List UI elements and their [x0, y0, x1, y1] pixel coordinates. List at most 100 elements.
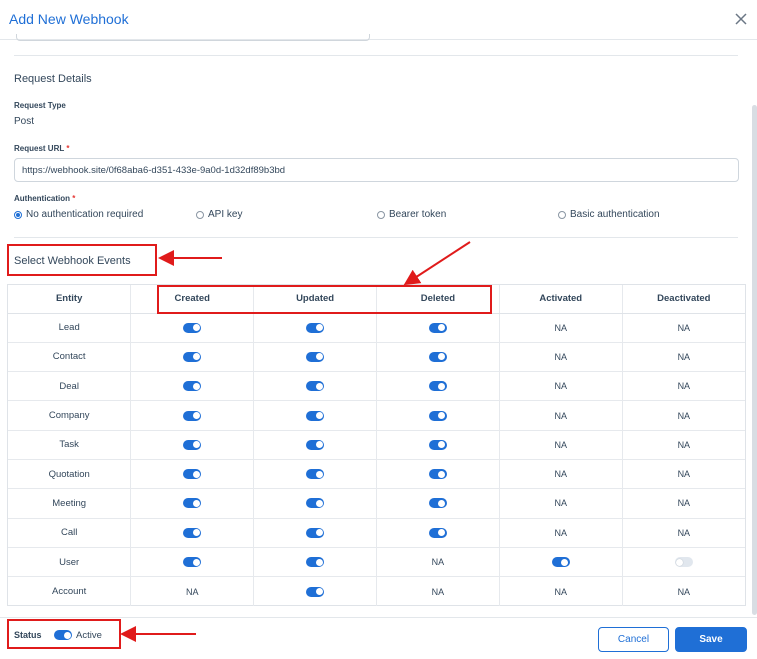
- column-header-updated: Updated: [253, 285, 377, 314]
- table-row: Company NA NA: [8, 400, 745, 431]
- entity-cell: Deal: [8, 371, 131, 402]
- table-row: User NA: [8, 547, 745, 578]
- column-header-deactivated: Deactivated: [621, 285, 745, 314]
- events-table-body: Lead NA NA Contact NA NA Deal NA NA Company NA NA Ta…: [8, 313, 745, 606]
- entity-cell: Account: [52, 586, 87, 598]
- event-toggle[interactable]: [183, 381, 202, 392]
- toggle-cell: [375, 400, 500, 431]
- event-toggle[interactable]: [183, 498, 202, 509]
- dialog-title: Add New Webhook: [9, 11, 129, 27]
- na-cell: NA: [621, 518, 745, 548]
- authentication-label-text: Authentication: [14, 194, 70, 203]
- column-header-created: Created: [130, 285, 254, 314]
- toggle-cell: [253, 459, 377, 490]
- event-toggle[interactable]: [183, 439, 202, 450]
- cancel-button[interactable]: Cancel: [598, 627, 669, 652]
- na-cell: NA: [621, 576, 745, 606]
- request-type-value: Post: [14, 116, 35, 127]
- na-cell: NA: [498, 430, 623, 460]
- auth-option-api-key[interactable]: API key: [196, 209, 242, 220]
- event-toggle[interactable]: [306, 381, 325, 392]
- entity-cell: Quotation: [8, 459, 131, 490]
- entity-cell: User: [8, 547, 131, 578]
- na-cell: NA: [375, 576, 500, 606]
- event-toggle[interactable]: [428, 351, 447, 362]
- table-row: Meeting NA NA: [8, 488, 745, 519]
- request-url-label-text: Request URL: [14, 144, 65, 153]
- table-row: Lead NA NA: [8, 313, 745, 343]
- request-url-label: Request URL *: [14, 144, 69, 153]
- event-toggle[interactable]: [306, 469, 325, 480]
- auth-option-bearer-token[interactable]: Bearer token: [377, 209, 446, 220]
- table-row: Contact NA NA: [8, 342, 745, 373]
- event-toggle[interactable]: [428, 381, 447, 392]
- na-cell: NA: [621, 488, 745, 519]
- event-toggle[interactable]: [183, 527, 202, 538]
- toggle-cell: [375, 313, 500, 343]
- status-toggle[interactable]: [54, 630, 72, 640]
- na-cell: NA: [498, 342, 623, 373]
- entity-cell: Lead: [8, 313, 131, 343]
- table-row: Account NA NA NA NA: [8, 576, 745, 606]
- event-toggle[interactable]: [306, 586, 325, 597]
- divider: [14, 55, 738, 56]
- auth-option-label: Basic authentication: [570, 209, 660, 220]
- radio-selected-icon[interactable]: [14, 210, 22, 219]
- toggle-cell: [253, 342, 377, 373]
- auth-option-basic[interactable]: Basic authentication: [558, 209, 660, 220]
- toggle-cell: [253, 313, 377, 343]
- na-cell: NA: [498, 459, 623, 490]
- event-toggle[interactable]: [674, 557, 693, 567]
- status-label: Status: [14, 630, 42, 640]
- na-cell: NA: [498, 576, 623, 606]
- na-cell: NA: [130, 576, 254, 606]
- radio-icon[interactable]: [558, 210, 566, 219]
- table-row: Call NA NA: [8, 518, 745, 548]
- entity-cell: Task: [8, 430, 131, 460]
- save-button[interactable]: Save: [675, 627, 747, 652]
- status-value: Active: [76, 630, 102, 641]
- event-toggle[interactable]: [306, 322, 325, 333]
- entity-cell: Contact: [8, 342, 131, 373]
- event-toggle[interactable]: [428, 439, 447, 450]
- event-toggle[interactable]: [183, 351, 202, 362]
- toggle-cell: [130, 488, 254, 519]
- toggle-cell: [375, 342, 500, 373]
- table-row: Deal NA NA: [8, 371, 745, 402]
- event-toggle[interactable]: [428, 527, 447, 538]
- toggle-cell: [498, 547, 623, 578]
- auth-option-none[interactable]: No authentication required: [14, 209, 143, 220]
- event-toggle[interactable]: [428, 469, 447, 480]
- na-cell: NA: [621, 313, 745, 343]
- radio-icon[interactable]: [196, 210, 204, 219]
- event-toggle[interactable]: [306, 527, 325, 538]
- event-toggle[interactable]: [306, 557, 325, 567]
- radio-icon[interactable]: [377, 210, 385, 219]
- event-toggle[interactable]: [183, 322, 202, 333]
- toggle-cell: [253, 547, 377, 578]
- annotation-arrow-event-columns: [403, 241, 471, 286]
- toggle-cell: [375, 459, 500, 490]
- na-cell: NA: [375, 547, 500, 578]
- event-toggle[interactable]: [183, 410, 202, 421]
- webhook-events-title: Select Webhook Events: [14, 255, 131, 267]
- event-toggle[interactable]: [306, 410, 325, 421]
- scrollbar[interactable]: [752, 105, 757, 615]
- table-row: Quotation NA NA: [8, 459, 745, 490]
- column-header-activated: Activated: [498, 285, 623, 314]
- toggle-cell: [253, 576, 377, 606]
- toggle-cell: [130, 430, 254, 460]
- event-toggle[interactable]: [306, 498, 325, 509]
- event-toggle[interactable]: [183, 557, 202, 567]
- event-toggle[interactable]: [428, 322, 447, 333]
- event-toggle[interactable]: [306, 439, 325, 450]
- event-toggle[interactable]: [183, 469, 202, 480]
- event-toggle[interactable]: [428, 410, 447, 421]
- event-toggle[interactable]: [306, 351, 325, 362]
- na-cell: NA: [621, 371, 745, 402]
- event-toggle[interactable]: [551, 557, 570, 567]
- close-icon[interactable]: [733, 11, 749, 27]
- toggle-cell: [375, 518, 500, 548]
- request-url-input[interactable]: [14, 158, 739, 182]
- event-toggle[interactable]: [428, 498, 447, 509]
